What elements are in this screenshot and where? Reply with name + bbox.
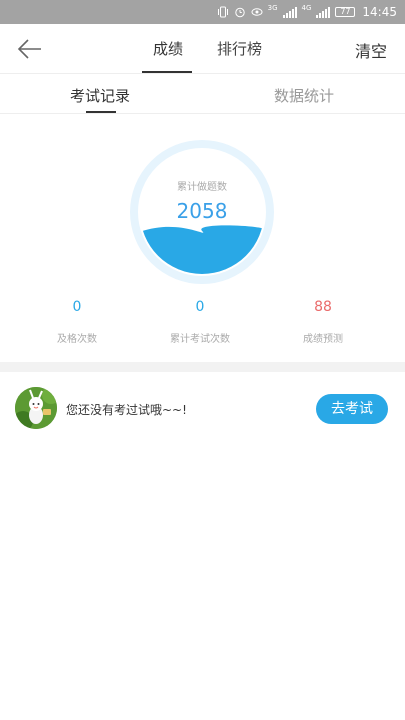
subtab-active-indicator [86, 111, 116, 113]
exam-count-value: 0 [195, 299, 205, 315]
eye-icon [251, 8, 263, 16]
tab-exam-records[interactable]: 考试记录 [70, 85, 130, 106]
app-header: 成绩 排行榜 清空 [0, 24, 405, 74]
sub-tabs: 考试记录 数据统计 [0, 75, 405, 114]
signal-icon [282, 6, 297, 18]
network-type-1: 3G [267, 4, 278, 12]
signal-icon [316, 6, 331, 18]
clear-button[interactable]: 清空 [355, 38, 387, 62]
pass-count-value: 0 [72, 299, 82, 315]
back-arrow-icon[interactable] [16, 37, 44, 61]
mascot-icon [15, 387, 57, 429]
gauge-value: 2058 [176, 199, 228, 223]
status-icons: 3G 4G 77 14:45 [217, 4, 397, 20]
battery-icon: 77 [335, 7, 356, 17]
pass-count-label: 及格次数 [57, 334, 97, 345]
tab-active-indicator [142, 71, 192, 73]
avatar [15, 387, 57, 429]
tab-leaderboard[interactable]: 排行榜 [217, 38, 262, 59]
status-bar: 3G 4G 77 14:45 [0, 0, 405, 24]
clock-time: 14:45 [362, 5, 397, 19]
no-exam-message: 您还没有考过试哦~~! [66, 403, 187, 417]
section-divider [0, 362, 405, 372]
score-prediction-value: 88 [314, 299, 332, 315]
questions-done-gauge: 累计做题数 2058 [128, 138, 276, 286]
exam-count-label: 累计考试次数 [170, 334, 230, 345]
tab-data-statistics[interactable]: 数据统计 [274, 85, 334, 106]
network-type-2: 4G [301, 4, 312, 12]
vibrate-icon [217, 6, 228, 18]
alarm-icon [234, 7, 245, 18]
go-exam-button[interactable]: 去考试 [316, 394, 388, 424]
score-prediction-label: 成绩预测 [303, 334, 343, 345]
gauge-label: 累计做题数 [177, 182, 227, 193]
tab-score[interactable]: 成绩 [153, 38, 183, 59]
